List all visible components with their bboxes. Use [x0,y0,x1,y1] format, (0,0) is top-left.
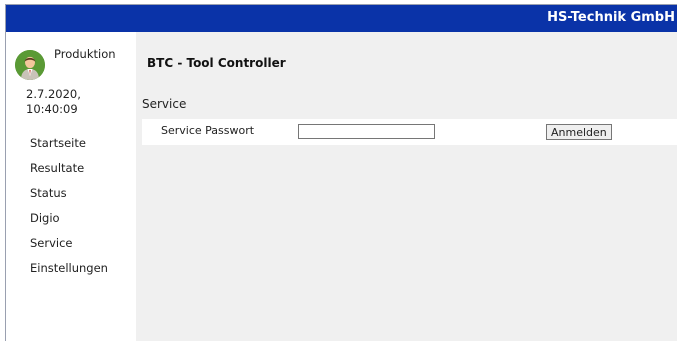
page-title: BTC - Tool Controller [147,56,286,70]
sidebar-item-service[interactable]: Service [30,236,108,261]
login-datetime: 2.7.2020, 10:40:09 [26,87,81,117]
user-name: Produktion [54,47,116,61]
top-header: HS-Technik GmbH [6,5,677,32]
user-avatar-icon [15,50,45,80]
sidebar-item-startseite[interactable]: Startseite [30,136,108,161]
app-frame: HS-Technik GmbH Produktion 2.7.2020, 10:… [5,4,677,341]
login-time: 10:40:09 [26,102,78,116]
sidebar-item-digio[interactable]: Digio [30,211,108,236]
sidebar: Produktion 2.7.2020, 10:40:09 Startseite… [6,32,136,341]
service-password-row: Service Passwort Anmelden [142,119,677,145]
password-label: Service Passwort [161,124,255,137]
sidebar-item-resultate[interactable]: Resultate [30,161,108,186]
avatar-graphic [15,50,45,80]
sidebar-item-einstellungen[interactable]: Einstellungen [30,261,108,286]
main-content: BTC - Tool Controller Service Service Pa… [136,32,677,341]
brand-name: HS-Technik GmbH [547,10,675,25]
sidebar-item-status[interactable]: Status [30,186,108,211]
login-button[interactable]: Anmelden [546,124,612,140]
password-input[interactable] [298,124,435,139]
section-title: Service [142,97,187,111]
sidebar-nav: Startseite Resultate Status Digio Servic… [30,136,108,286]
login-date: 2.7.2020, [26,87,81,101]
